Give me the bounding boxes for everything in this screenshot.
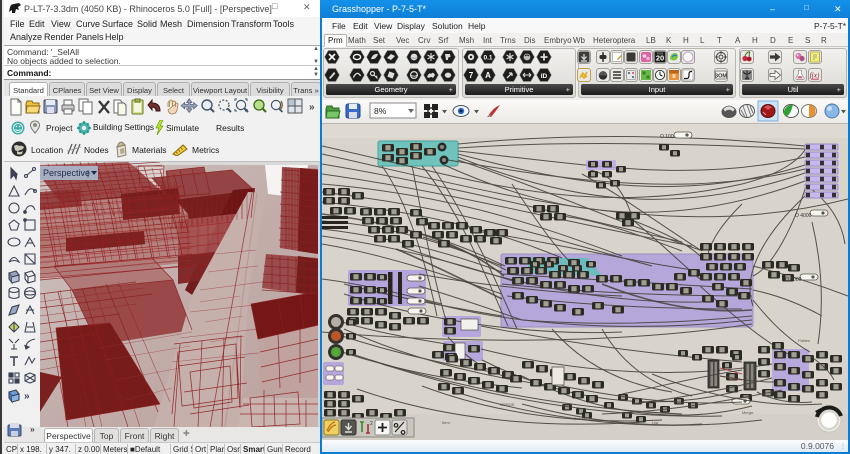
svg-text:0.1: 0.1 bbox=[483, 55, 492, 62]
svg-text:O 100: O 100 bbox=[660, 134, 674, 140]
svg-text:A: A bbox=[485, 71, 491, 80]
svg-text:Perspective: Perspective bbox=[43, 168, 90, 178]
svg-text:7: 7 bbox=[469, 71, 474, 80]
svg-text:»: » bbox=[309, 102, 315, 113]
svg-text:RGB: RGB bbox=[657, 51, 664, 55]
svg-text:2: 2 bbox=[370, 421, 373, 427]
svg-text:f(x): f(x) bbox=[810, 72, 820, 80]
svg-text:Merge: Merge bbox=[742, 410, 754, 415]
svg-text:O 4000: O 4000 bbox=[785, 277, 802, 283]
svg-text:Flatten: Flatten bbox=[798, 338, 810, 343]
svg-text:|: | bbox=[87, 169, 89, 178]
svg-text:»: » bbox=[24, 391, 30, 402]
svg-text:3OM: 3OM bbox=[715, 73, 727, 79]
svg-text:ID: ID bbox=[541, 73, 548, 80]
svg-text:Item: Item bbox=[442, 420, 450, 425]
svg-text:O 4000: O 4000 bbox=[795, 213, 812, 219]
svg-text:8%: 8% bbox=[374, 106, 387, 116]
